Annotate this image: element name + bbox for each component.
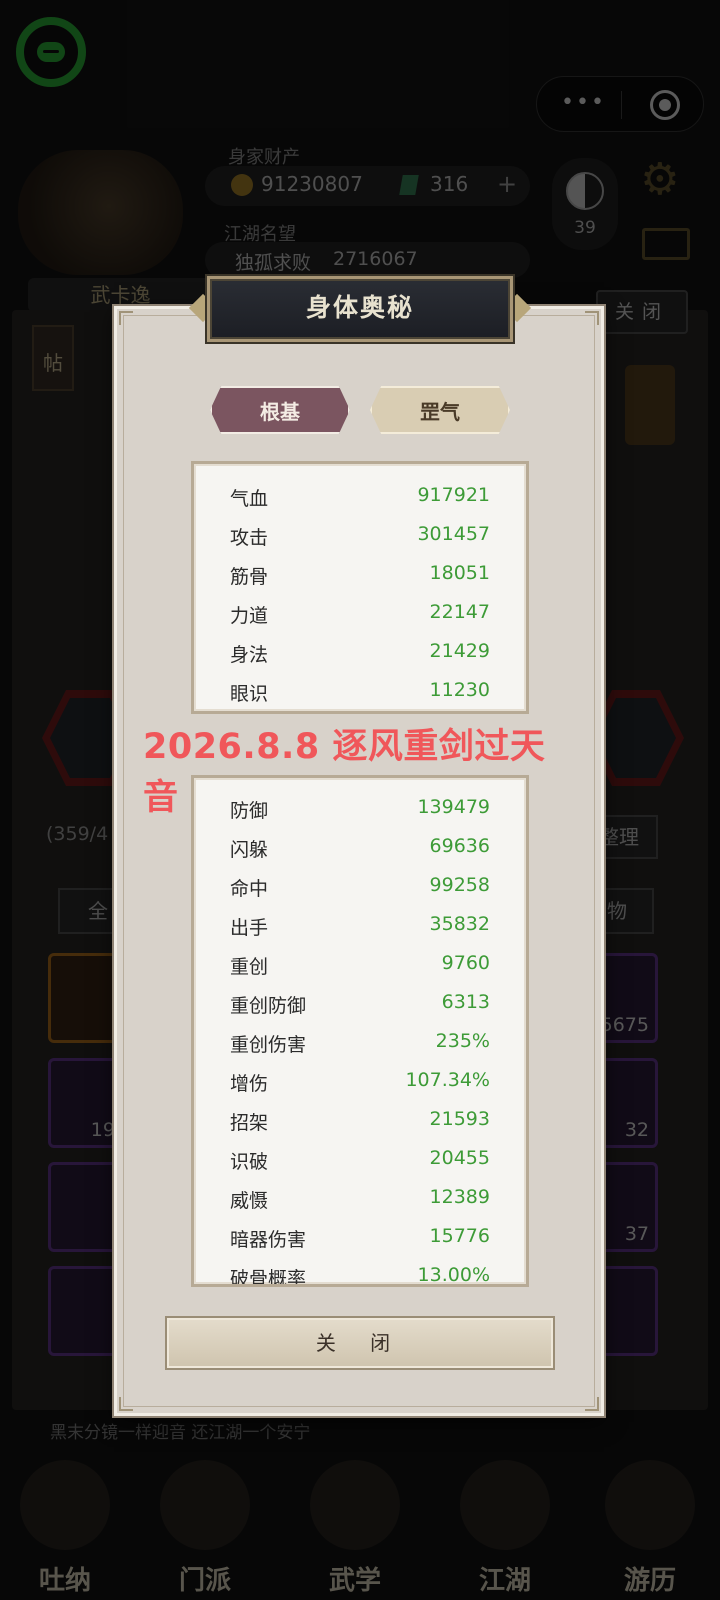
stat-row: 出手 35832 [194,905,526,944]
stat-row: 眼识 11230 [194,671,526,710]
stat-row: 威慑 12389 [194,1178,526,1217]
stat-name: 重创防御 [230,995,307,1017]
gear-icon[interactable]: ⚙ [640,158,679,202]
stat-name: 身法 [230,644,269,666]
add-currency-button[interactable]: + [497,170,517,198]
stat-value: 6313 [441,991,490,1013]
avatar[interactable] [18,150,183,275]
nav-tuna[interactable]: 吐纳 [0,1460,130,1600]
stat-value: 21429 [429,640,490,662]
stat-name: 眼识 [230,683,269,705]
stat-row: 重创防御 6313 [194,983,526,1022]
stat-row: 破骨概率 13.00% [194,1256,526,1287]
stat-name: 出手 [230,917,269,939]
nav-wuxue[interactable]: 武学 [290,1460,420,1600]
gold-coin-icon [231,174,253,196]
stat-value: 917921 [417,484,490,506]
stat-value: 9760 [441,952,490,974]
stat-row: 力道 22147 [194,593,526,632]
stat-value: 99258 [429,874,490,896]
lantern-badge-icon[interactable] [625,365,675,445]
stat-value: 235% [435,1030,490,1052]
stat-row: 招架 21593 [194,1100,526,1139]
wealth-bar: 91230807 316 + [205,166,530,206]
stat-value: 21593 [429,1108,490,1130]
exit-miniprogram-icon[interactable] [650,90,680,120]
stat-name: 防御 [230,800,269,822]
jade-amount: 316 [430,172,469,196]
stat-value: 13.00% [417,1264,490,1286]
stat-value: 12389 [429,1186,490,1208]
close-button[interactable]: 关 闭 [165,1316,555,1370]
more-icon[interactable]: ••• [561,90,606,116]
stat-name: 暗器伤害 [230,1229,307,1251]
background-close-button[interactable]: 关闭 [596,290,688,334]
stat-row: 识破 20455 [194,1139,526,1178]
stat-row: 暗器伤害 15776 [194,1217,526,1256]
stat-name: 闪躲 [230,839,269,861]
gold-amount: 91230807 [261,172,363,196]
stat-row: 筋骨 18051 [194,554,526,593]
stat-value: 20455 [429,1147,490,1169]
stat-name: 增伤 [230,1073,269,1095]
app-logo-icon [16,17,86,87]
stat-name: 命中 [230,878,269,900]
taiji-level-button[interactable]: 39 [552,158,618,250]
stat-name: 招架 [230,1112,269,1134]
stat-name: 识破 [230,1151,269,1173]
dialog-title: 身体奥秘 [207,276,513,342]
combat-stats-box[interactable]: 防御 139479 闪躲 69636 命中 99258 出手 35832 重创 9760 重创防御 6… [191,775,529,1287]
stat-name: 重创 [230,956,269,978]
stat-value: 139479 [417,796,490,818]
stat-row: 攻击 301457 [194,515,526,554]
stat-row: 防御 139479 [194,788,526,827]
jade-icon [399,175,419,195]
taiji-icon [566,172,604,210]
stat-value: 35832 [429,913,490,935]
stat-row: 重创 9760 [194,944,526,983]
stat-name: 破骨概率 [230,1268,307,1287]
fame-value: 2716067 [333,248,418,270]
stat-value: 69636 [429,835,490,857]
stat-row: 重创伤害 235% [194,1022,526,1061]
stat-value: 107.34% [405,1069,490,1091]
nav-menpai[interactable]: 门派 [140,1460,270,1600]
stat-name: 筋骨 [230,566,269,588]
base-stats-box: 气血 917921 攻击 301457 筋骨 18051 力道 22147 身法 21429 眼识 1… [191,461,529,714]
miniprogram-capsule: ••• [536,76,704,132]
stat-name: 威慑 [230,1190,269,1212]
mail-icon[interactable] [642,228,690,260]
stat-name: 气血 [230,488,269,510]
nav-jianghu[interactable]: 江湖 [440,1460,570,1600]
fame-title: 独孤求败 [235,252,312,274]
bag-count: (359/4 [46,823,109,845]
stat-row: 气血 917921 [194,476,526,515]
stat-row: 闪躲 69636 [194,827,526,866]
stat-value: 301457 [417,523,490,545]
tab-root[interactable]: 根基 [210,386,350,434]
tie-button[interactable]: 帖 [32,325,74,391]
stat-row: 命中 99258 [194,866,526,905]
tab-qi[interactable]: 罡气 [370,386,510,434]
fame-bar: 独孤求败 2716067 [205,242,530,278]
nav-youli[interactable]: 游历 [585,1460,715,1600]
scroll-text: 黑末分镜一样迎音 还江湖一个安宁 [50,1423,311,1443]
level-value: 39 [574,218,596,238]
stat-value: 15776 [429,1225,490,1247]
stat-row: 增伤 107.34% [194,1061,526,1100]
stat-name: 攻击 [230,527,269,549]
stat-row: 身法 21429 [194,632,526,671]
stat-value: 18051 [429,562,490,584]
stat-name: 力道 [230,605,269,627]
stat-value: 22147 [429,601,490,623]
stat-name: 重创伤害 [230,1034,307,1056]
stat-value: 11230 [429,679,490,701]
